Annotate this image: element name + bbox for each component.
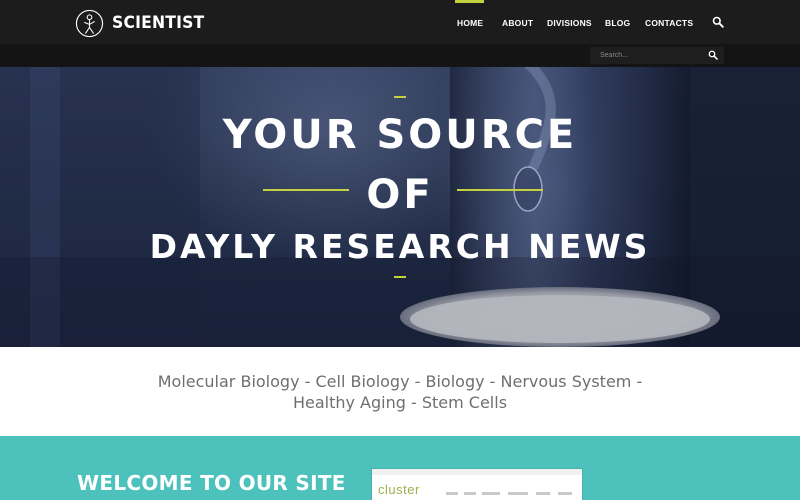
nav-item-contacts[interactable]: CONTACTS — [645, 18, 693, 28]
nav-item-divisions[interactable]: DIVISIONS — [547, 18, 592, 28]
hero-title-line-1: YOUR SOURCE — [222, 112, 578, 158]
welcome-section: WELCOME TO OUR SITE cluster — [0, 436, 800, 500]
preview-logo: cluster — [378, 482, 420, 497]
top-header: SCIENTIST HOME ABOUT DIVISIONS BLOG CONT… — [0, 0, 800, 44]
tagline-line-2: Healthy Aging - Stem Cells — [292, 393, 508, 412]
hero-title-line-2: OF — [366, 172, 434, 218]
nav-active-indicator — [455, 0, 484, 3]
hero-title-line-3: DAYLY RESEARCH NEWS — [149, 227, 651, 266]
hero-banner: YOUR SOURCE OF DAYLY RESEARCH NEWS — [0, 67, 800, 347]
search-icon[interactable] — [712, 16, 724, 28]
search-submit-icon[interactable] — [708, 50, 718, 60]
main-nav: HOME ABOUT DIVISIONS BLOG CONTACTS — [0, 0, 800, 44]
accent-dash-bottom — [394, 276, 406, 278]
accent-dash-top — [394, 96, 406, 98]
tagline-text: Molecular Biology - Cell Biology - Biolo… — [130, 371, 670, 413]
nav-item-blog[interactable]: BLOG — [605, 18, 630, 28]
accent-line-right — [457, 189, 543, 191]
tagline-line-1: Molecular Biology - Cell Biology - Biolo… — [157, 372, 643, 391]
nav-item-about[interactable]: ABOUT — [502, 18, 533, 28]
tagline-section: Molecular Biology - Cell Biology - Biolo… — [0, 347, 800, 436]
nav-item-home[interactable]: HOME — [457, 18, 483, 28]
search-input[interactable] — [600, 49, 700, 62]
preview-nav-placeholder — [446, 492, 572, 495]
welcome-title: WELCOME TO OUR SITE — [77, 471, 346, 495]
site-preview-image: cluster — [372, 469, 582, 500]
preview-topbar — [372, 469, 582, 475]
